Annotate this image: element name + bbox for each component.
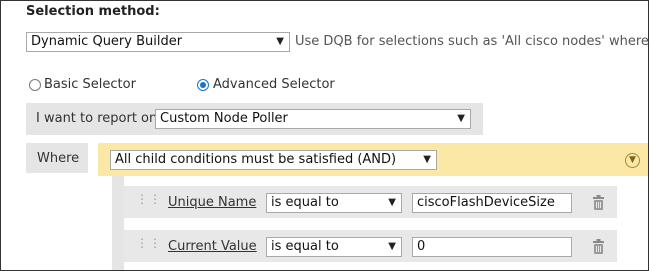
chevron-down-icon: ▼	[457, 113, 465, 124]
chevron-down-icon: ▼	[423, 154, 431, 165]
report-on-select[interactable]: Custom Node Poller ▼	[155, 109, 471, 129]
trash-icon[interactable]	[592, 239, 605, 254]
where-condition-select[interactable]: All child conditions must be satisfied (…	[110, 150, 437, 170]
drag-handle-icon[interactable]: ⋮⋮	[136, 193, 162, 205]
basic-selector-radio[interactable]	[29, 79, 41, 91]
condition-operator-select[interactable]: is equal to ▼	[266, 237, 402, 257]
condition-field-link[interactable]: Unique Name	[168, 195, 256, 210]
advanced-selector-radio[interactable]	[197, 79, 209, 91]
chevron-down-icon: ▼	[276, 36, 284, 47]
report-on-value: Custom Node Poller	[160, 111, 288, 126]
selection-method-title: Selection method:	[26, 4, 160, 19]
condition-operator-value: is equal to	[271, 195, 339, 210]
condition-operator-select[interactable]: is equal to ▼	[266, 193, 402, 213]
selection-method-value: Dynamic Query Builder	[31, 34, 183, 49]
condition-operator-value: is equal to	[271, 239, 339, 254]
where-label: Where	[37, 151, 80, 166]
selection-method-select[interactable]: Dynamic Query Builder ▼	[26, 32, 290, 52]
report-on-label: I want to report on	[36, 111, 158, 126]
trash-icon[interactable]	[592, 195, 605, 210]
conditions-tree-line	[112, 176, 124, 270]
condition-value-input[interactable]: 0	[412, 237, 572, 257]
where-condition-value: All child conditions must be satisfied (…	[115, 152, 397, 167]
drag-handle-icon[interactable]: ⋮⋮	[136, 237, 162, 249]
chevron-down-icon: ▼	[388, 197, 396, 208]
condition-value-input[interactable]: ciscoFlashDeviceSize	[412, 193, 572, 213]
chevron-down-circle-icon[interactable]: ▼	[625, 153, 640, 168]
selection-method-hint: Use DQB for selections such as 'All cisc…	[295, 34, 649, 49]
chevron-down-icon: ▼	[388, 241, 396, 252]
basic-selector-label[interactable]: Basic Selector	[44, 77, 136, 92]
advanced-selector-label[interactable]: Advanced Selector	[213, 77, 335, 92]
condition-field-link[interactable]: Current Value	[168, 239, 257, 254]
